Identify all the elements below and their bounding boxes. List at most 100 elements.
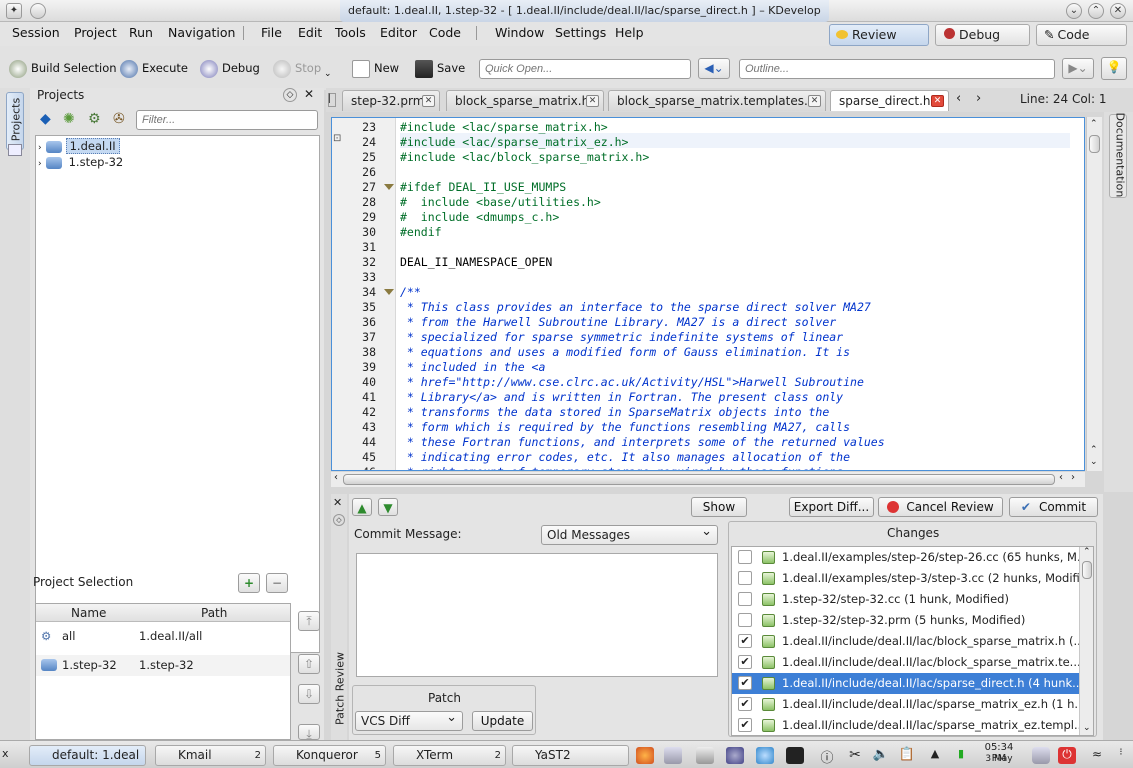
scroll-thumb[interactable] bbox=[1082, 561, 1092, 579]
menu-navigation[interactable]: Navigation bbox=[168, 25, 235, 40]
menu-editor[interactable]: Editor bbox=[380, 25, 417, 40]
code-line[interactable]: * from the Harwell Subroutine Library. M… bbox=[400, 315, 836, 329]
prev-change-button[interactable]: ▲ bbox=[352, 498, 372, 516]
editor-vertical-scrollbar[interactable]: ⌃ ⌃ ⌄ bbox=[1086, 117, 1102, 471]
old-messages-combo[interactable]: Old Messages bbox=[541, 523, 718, 545]
close-tab-icon[interactable]: ✕ bbox=[586, 95, 599, 107]
navigate-forward-button[interactable]: ▶⌄ bbox=[1062, 58, 1094, 79]
volume-icon[interactable]: 🔈 bbox=[872, 747, 890, 764]
app-menu-icon[interactable]: ✦ bbox=[6, 3, 22, 19]
move-bottom-button[interactable]: ⤓ bbox=[298, 724, 320, 741]
fold-arrow-icon[interactable] bbox=[384, 289, 394, 295]
lightbulb-icon[interactable]: 💡 bbox=[1101, 57, 1127, 80]
col-name-header[interactable]: Name bbox=[71, 606, 106, 620]
task-yast2[interactable]: YaST2 bbox=[512, 745, 629, 766]
scroll-up-icon[interactable]: ⌃ bbox=[1090, 119, 1098, 129]
close-tab-icon[interactable]: ✕ bbox=[422, 95, 435, 107]
code-line[interactable]: # include <dmumps_c.h> bbox=[400, 210, 559, 224]
code-editor[interactable]: 23 24 25 26 27 28 29 30 31 32 33 34 35 36 37 38 39 40 41 42… bbox=[331, 117, 1085, 471]
code-line[interactable]: * form which is required by the function… bbox=[400, 420, 850, 434]
code-line[interactable]: /** bbox=[400, 285, 421, 299]
expand-arrow-icon[interactable]: › bbox=[38, 143, 42, 153]
change-row[interactable]: 1.step-32/step-32.prm (5 hunks, Modified… bbox=[732, 610, 1079, 631]
code-line[interactable]: #ifdef DEAL_II_USE_MUMPS bbox=[400, 180, 566, 194]
tab-block-sparse-matrix-templates[interactable]: block_sparse_matrix.templates.h ✕ bbox=[608, 90, 826, 111]
change-checkbox[interactable]: ✔ bbox=[738, 655, 752, 669]
change-checkbox[interactable] bbox=[738, 613, 752, 627]
editor-horizontal-scrollbar[interactable]: ‹ ‹ › bbox=[331, 472, 1085, 487]
navigate-back-button[interactable]: ◀⌄ bbox=[698, 58, 730, 79]
move-up-button[interactable]: ⇧ bbox=[298, 654, 320, 674]
clean-icon[interactable]: ✇ bbox=[113, 111, 130, 128]
wifi-icon[interactable]: ≈ bbox=[1088, 747, 1106, 764]
code-line[interactable]: * these Fortran functions, and interpret… bbox=[400, 435, 885, 449]
close-tab-icon[interactable]: ✕ bbox=[808, 95, 821, 107]
info-icon[interactable]: ⓘ bbox=[818, 747, 836, 766]
open-project-icon[interactable]: ✺ bbox=[63, 111, 80, 128]
quick-open-input[interactable] bbox=[479, 59, 691, 79]
firefox-icon[interactable] bbox=[636, 747, 654, 764]
add-selection-button[interactable]: + bbox=[238, 573, 260, 593]
code-line[interactable]: * Library</a> and is written in Fortran.… bbox=[400, 390, 843, 404]
tray-menu-icon[interactable]: ⁝ bbox=[1112, 747, 1130, 764]
area-review-button[interactable]: Review bbox=[829, 24, 929, 46]
patch-type-combo[interactable]: VCS Diff bbox=[355, 709, 463, 731]
mail-icon[interactable] bbox=[664, 747, 682, 764]
task-xterm[interactable]: XTerm 2 bbox=[393, 745, 506, 766]
scroll-up-icon[interactable]: ⌃ bbox=[1083, 547, 1091, 557]
save-button[interactable]: Save bbox=[415, 58, 465, 78]
scissors-icon[interactable]: ✂ bbox=[846, 747, 864, 764]
code-line[interactable]: # include <base/utilities.h> bbox=[400, 195, 601, 209]
stop-menu-arrow-icon[interactable]: ⌄ bbox=[324, 64, 332, 84]
hscroll-thumb[interactable] bbox=[343, 474, 1055, 485]
close-panel-icon[interactable]: ✕ bbox=[304, 87, 314, 101]
build-selection-button[interactable]: Build Selection bbox=[9, 58, 117, 78]
menu-session[interactable]: Session bbox=[12, 25, 60, 40]
remove-selection-button[interactable]: − bbox=[266, 573, 288, 593]
code-line[interactable]: #endif bbox=[400, 225, 442, 239]
table-row[interactable]: ⚙ all 1.deal.II/all bbox=[36, 626, 290, 647]
project-filter-input[interactable] bbox=[136, 110, 318, 130]
close-tab-icon[interactable]: ✕ bbox=[931, 95, 944, 107]
tree-item-step-32[interactable]: › 1.step-32 bbox=[38, 155, 126, 169]
close-icon[interactable]: ✕ bbox=[1110, 3, 1126, 19]
minimize-icon[interactable]: ⌄ bbox=[1066, 3, 1082, 19]
area-debug-button[interactable]: Debug bbox=[935, 24, 1030, 46]
scroll-down-icon[interactable]: ⌄ bbox=[1090, 457, 1098, 467]
col-path-header[interactable]: Path bbox=[201, 606, 227, 620]
change-row[interactable]: ✔ 1.deal.II/include/deal.II/lac/sparse_ma… bbox=[732, 715, 1079, 735]
code-line[interactable]: * specialized for sparse symmetric indef… bbox=[400, 330, 843, 344]
code-line[interactable]: * included in the <a bbox=[400, 360, 545, 374]
show-button[interactable]: Show bbox=[691, 497, 747, 517]
change-checkbox[interactable] bbox=[738, 550, 752, 564]
menu-project[interactable]: Project bbox=[74, 25, 117, 40]
outline-input[interactable] bbox=[739, 59, 1055, 79]
new-button[interactable]: New bbox=[352, 58, 399, 78]
tree-item-deal-ii[interactable]: › 1.deal.II bbox=[38, 138, 120, 154]
maximize-icon[interactable]: ⌃ bbox=[1088, 3, 1104, 19]
tab-next-icon[interactable]: › bbox=[976, 91, 981, 106]
stop-button[interactable]: Stop bbox=[273, 58, 321, 78]
change-row[interactable]: 1.deal.II/examples/step-26/step-26.cc (6… bbox=[732, 547, 1079, 568]
tools-icon[interactable] bbox=[696, 747, 714, 764]
tab-block-sparse-matrix[interactable]: block_sparse_matrix.h ✕ bbox=[446, 90, 604, 111]
change-checkbox[interactable] bbox=[738, 592, 752, 606]
execute-button[interactable]: Execute bbox=[120, 58, 188, 78]
power-icon[interactable]: ⏻ bbox=[1058, 747, 1076, 764]
menu-settings[interactable]: Settings bbox=[555, 25, 606, 40]
close-panel-icon[interactable]: ✕ bbox=[333, 496, 342, 509]
update-button[interactable]: Update bbox=[472, 711, 533, 731]
clock-date[interactable]: 3 May bbox=[976, 754, 1022, 764]
tray-expand-icon[interactable]: ▲ bbox=[926, 747, 944, 764]
menu-run[interactable]: Run bbox=[129, 25, 153, 40]
network-icon[interactable] bbox=[726, 747, 744, 764]
code-line[interactable]: * right amount of temporary storage requ… bbox=[400, 465, 843, 470]
change-row[interactable]: ✔ 1.deal.II/include/deal.II/lac/block_spa… bbox=[732, 652, 1079, 673]
change-checkbox[interactable]: ✔ bbox=[738, 634, 752, 648]
tab-prev-icon[interactable]: ‹ bbox=[956, 91, 961, 106]
tab-step-32-prm[interactable]: step-32.prm ✕ bbox=[342, 90, 440, 111]
menu-tools[interactable]: Tools bbox=[335, 25, 366, 40]
move-down-button[interactable]: ⇩ bbox=[298, 684, 320, 704]
table-row[interactable]: 1.step-32 1.step-32 bbox=[36, 655, 290, 676]
projects-side-tab[interactable]: Projects bbox=[6, 92, 24, 150]
